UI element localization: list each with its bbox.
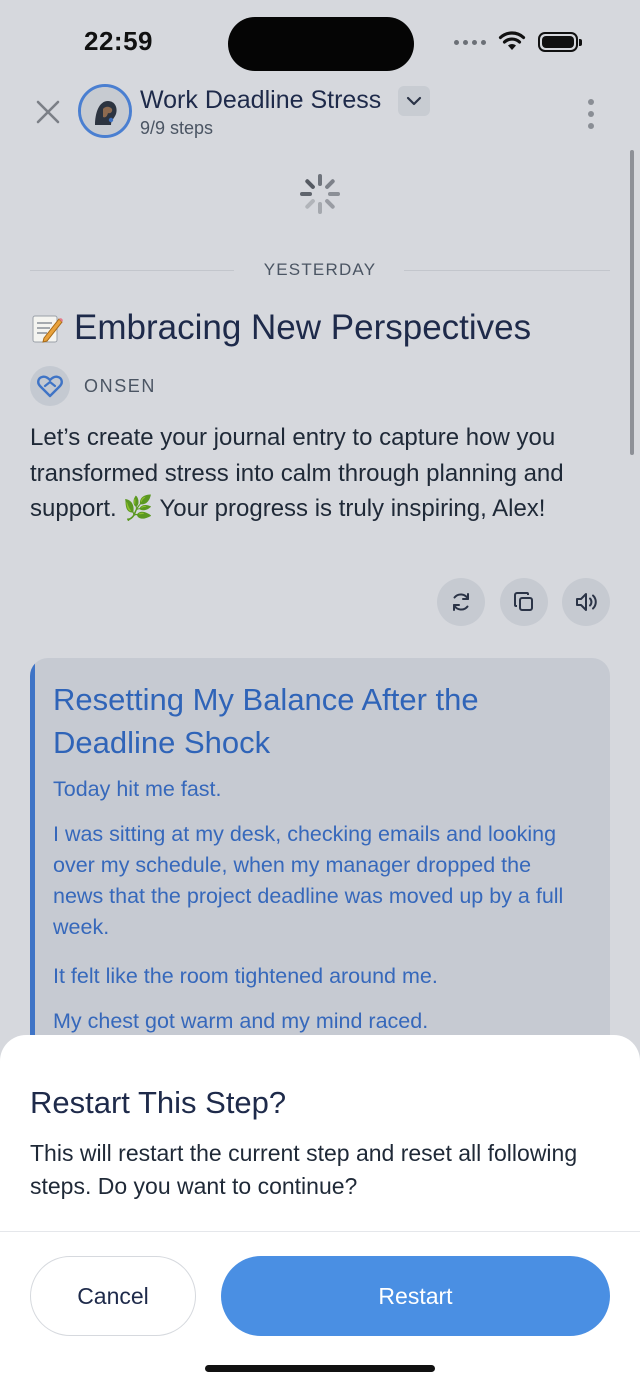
home-indicator[interactable] <box>205 1365 435 1372</box>
sender-name: ONSEN <box>84 376 157 396</box>
onsen-logo-icon <box>30 366 70 406</box>
page-title: Work Deadline Stress <box>140 86 382 114</box>
restart-button[interactable]: Restart <box>221 1256 610 1336</box>
steps-count: 9/9 steps <box>140 118 214 138</box>
regenerate-icon <box>453 593 469 611</box>
battery-icon <box>538 32 582 52</box>
wifi-icon <box>498 31 526 50</box>
journal-accent-bar <box>30 658 35 1078</box>
journal-paragraph: I was sitting at my desk, checking email… <box>53 822 564 939</box>
avatar <box>78 84 132 138</box>
cellular-signal-icon <box>454 40 486 45</box>
speak-button[interactable] <box>562 578 610 626</box>
journal-paragraph: My chest got warm and my mind raced. <box>53 1009 429 1033</box>
divider-left <box>30 270 234 271</box>
chevron-down-icon <box>406 96 422 106</box>
date-divider-label: YESTERDAY <box>263 260 377 279</box>
more-options-icon[interactable] <box>584 96 598 132</box>
close-icon[interactable] <box>30 94 66 130</box>
journal-paragraph: It felt like the room tightened around m… <box>53 964 438 988</box>
dialog-message: This will restart the current step and r… <box>30 1140 578 1199</box>
title-dropdown-button[interactable] <box>398 86 430 116</box>
regenerate-button[interactable] <box>437 578 485 626</box>
dynamic-island <box>228 17 414 71</box>
dialog-divider <box>0 1231 640 1232</box>
journal-title: Resetting My Balance After the Deadline … <box>53 682 479 760</box>
cancel-button[interactable]: Cancel <box>30 1256 196 1336</box>
divider-right <box>404 270 610 271</box>
loading-spinner-icon <box>300 174 340 214</box>
assistant-message: Let’s create your journal entry to captu… <box>30 424 564 522</box>
status-time: 22:59 <box>84 26 153 56</box>
dialog-title: Restart This Step? <box>30 1085 287 1120</box>
speaker-icon <box>576 593 597 611</box>
restart-dialog: Restart This Step? This will restart the… <box>0 1035 640 1387</box>
memo-icon <box>30 311 64 345</box>
heading-text: Embracing New Perspectives <box>74 308 532 347</box>
journal-card: Resetting My Balance After the Deadline … <box>30 658 610 1078</box>
journal-paragraph: Today hit me fast. <box>53 777 222 801</box>
copy-button[interactable] <box>500 578 548 626</box>
copy-icon <box>514 592 533 611</box>
scrollbar[interactable] <box>630 150 634 455</box>
message-heading: Embracing New Perspectives <box>30 308 531 348</box>
